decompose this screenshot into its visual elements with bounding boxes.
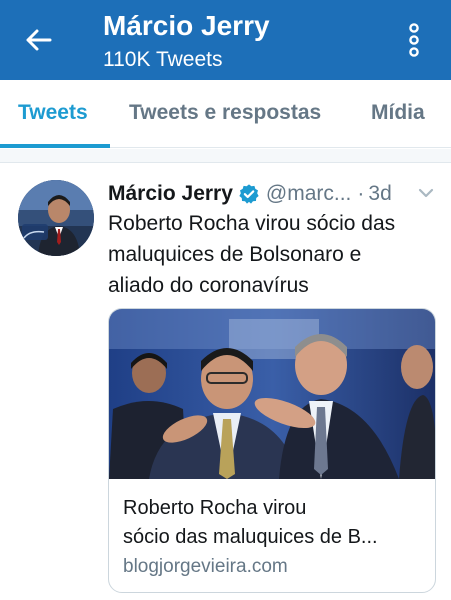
tab-tweets[interactable]: Tweets xyxy=(18,101,88,125)
tweet-text-line: Roberto Rocha virou sócio das xyxy=(108,212,396,235)
card-image xyxy=(109,309,435,479)
tweet-count: 110K Tweets xyxy=(103,48,223,71)
more-options-button[interactable] xyxy=(400,20,428,60)
avatar-image xyxy=(18,180,94,256)
back-button[interactable] xyxy=(20,22,56,58)
tweet-header: Márcio Jerry @marc... · 3d xyxy=(108,180,392,208)
tweet-text-line: maluquices de Bolsonaro e xyxy=(108,243,362,266)
active-tab-indicator xyxy=(0,144,110,148)
avatar[interactable] xyxy=(18,180,94,256)
profile-tabs: Tweets Tweets e respostas Mídia xyxy=(0,80,451,148)
chevron-down-icon[interactable] xyxy=(417,186,435,200)
link-card[interactable]: Roberto Rocha virou sócio das maluquices… xyxy=(108,308,436,593)
card-title: Roberto Rocha virou sócio das maluquices… xyxy=(123,494,427,552)
author-name[interactable]: Márcio Jerry xyxy=(108,182,233,206)
author-handle[interactable]: @marc... xyxy=(266,182,352,206)
tweet-text-line: aliado do coronavírus xyxy=(108,274,309,297)
profile-title: Márcio Jerry xyxy=(103,10,270,41)
tweet-time[interactable]: 3d xyxy=(368,182,391,206)
verified-badge-icon xyxy=(239,184,259,204)
tweet[interactable]: Márcio Jerry @marc... · 3d Roberto Rocha… xyxy=(0,164,451,600)
tweet-text: Roberto Rocha virou sócio das maluquices… xyxy=(108,208,438,301)
card-domain: blogjorgevieira.com xyxy=(123,556,288,577)
card-title-line: Roberto Rocha virou xyxy=(123,497,307,519)
tab-media[interactable]: Mídia xyxy=(371,101,425,125)
top-bar: Márcio Jerry 110K Tweets xyxy=(0,0,451,80)
section-divider xyxy=(0,149,451,163)
arrow-left-icon xyxy=(26,29,52,51)
separator-dot: · xyxy=(357,182,365,205)
tab-tweets-and-replies[interactable]: Tweets e respostas xyxy=(129,101,321,125)
card-title-line: sócio das maluquices de B... xyxy=(123,526,378,548)
more-vertical-icon xyxy=(409,23,419,57)
